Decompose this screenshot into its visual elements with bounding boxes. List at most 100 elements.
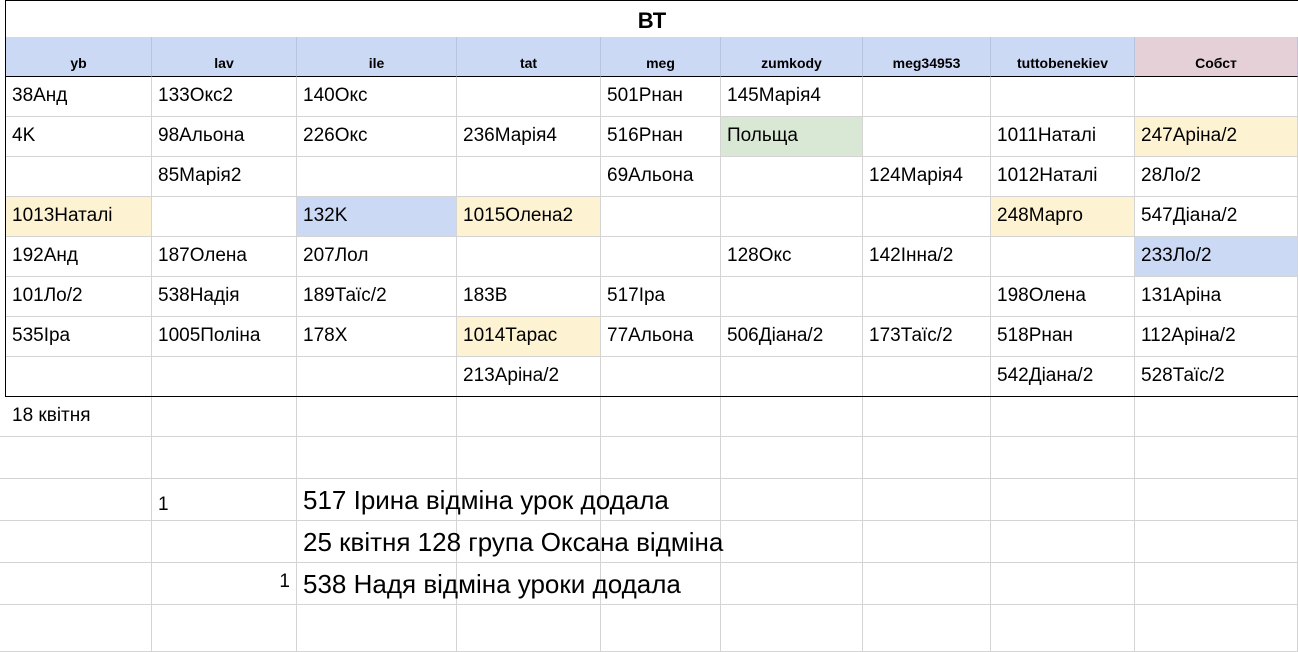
grid-cell[interactable]: 247Аріна/2: [1135, 117, 1298, 157]
note-count[interactable]: [152, 521, 297, 563]
grid-cell[interactable]: 131Аріна: [1135, 277, 1298, 317]
empty-cell[interactable]: [297, 437, 457, 479]
empty-cell[interactable]: [601, 437, 721, 479]
empty-cell[interactable]: [721, 397, 863, 437]
grid-cell[interactable]: 542Діана/2: [991, 357, 1135, 397]
grid-cell[interactable]: 85Марія2: [152, 157, 297, 197]
grid-cell[interactable]: 236Марія4: [457, 117, 601, 157]
grid-cell[interactable]: 69Альона: [601, 157, 721, 197]
empty-cell[interactable]: [1135, 397, 1298, 437]
grid-cell[interactable]: 98Альона: [152, 117, 297, 157]
grid-cell[interactable]: 528Таїс/2: [1135, 357, 1298, 397]
column-header-7[interactable]: tuttobenekiev: [991, 37, 1135, 77]
grid-cell[interactable]: 124Марія4: [863, 157, 991, 197]
empty-cell[interactable]: [457, 605, 601, 652]
empty-cell[interactable]: [863, 437, 991, 479]
grid-cell[interactable]: [1135, 77, 1298, 117]
grid-cell[interactable]: 4K: [6, 117, 152, 157]
empty-cell[interactable]: [1135, 479, 1298, 521]
grid-cell[interactable]: [721, 157, 863, 197]
grid-cell[interactable]: 207Лол: [297, 237, 457, 277]
empty-cell[interactable]: [0, 521, 152, 563]
grid-cell[interactable]: [863, 357, 991, 397]
grid-cell[interactable]: 213Аріна/2: [457, 357, 601, 397]
grid-cell[interactable]: 538Надія: [152, 277, 297, 317]
note-count[interactable]: 1: [152, 479, 297, 521]
empty-cell[interactable]: [721, 605, 863, 652]
empty-cell[interactable]: [0, 479, 152, 521]
grid-cell[interactable]: [863, 197, 991, 237]
empty-cell[interactable]: [152, 437, 297, 479]
grid-cell[interactable]: 77Альона: [601, 317, 721, 357]
grid-cell[interactable]: 1005Поліна: [152, 317, 297, 357]
empty-cell[interactable]: [297, 605, 457, 652]
empty-cell[interactable]: [991, 437, 1135, 479]
grid-cell[interactable]: 142Інна/2: [863, 237, 991, 277]
grid-cell[interactable]: 198Олена: [991, 277, 1135, 317]
column-header-3[interactable]: tat: [457, 37, 601, 77]
grid-cell[interactable]: [297, 157, 457, 197]
column-header-6[interactable]: meg34953: [863, 37, 991, 77]
empty-cell[interactable]: [991, 605, 1135, 652]
empty-cell[interactable]: [721, 437, 863, 479]
column-header-4[interactable]: meg: [601, 37, 721, 77]
grid-cell[interactable]: 517Іра: [601, 277, 721, 317]
empty-cell[interactable]: [601, 397, 721, 437]
grid-cell[interactable]: 189Таїс/2: [297, 277, 457, 317]
grid-cell[interactable]: 132K: [297, 197, 457, 237]
grid-cell[interactable]: 226Окс: [297, 117, 457, 157]
column-header-0[interactable]: yb: [6, 37, 152, 77]
grid-cell[interactable]: [863, 117, 991, 157]
empty-cell[interactable]: [0, 563, 152, 605]
note-text[interactable]: 517 Ірина відміна урок додала: [297, 479, 1017, 521]
grid-cell[interactable]: [991, 237, 1135, 277]
empty-cell[interactable]: [601, 605, 721, 652]
grid-cell[interactable]: [152, 197, 297, 237]
grid-cell[interactable]: [863, 277, 991, 317]
grid-cell[interactable]: 140Окс: [297, 77, 457, 117]
grid-cell[interactable]: 187Олена: [152, 237, 297, 277]
column-header-1[interactable]: lav: [152, 37, 297, 77]
empty-cell[interactable]: [991, 397, 1135, 437]
grid-cell[interactable]: 178Х: [297, 317, 457, 357]
grid-cell[interactable]: [601, 197, 721, 237]
sheet-title[interactable]: ВТ: [6, 0, 1298, 38]
empty-cell[interactable]: [1135, 521, 1298, 563]
grid-cell[interactable]: [721, 357, 863, 397]
grid-cell[interactable]: 535Іра: [6, 317, 152, 357]
note-text[interactable]: 25 квітня 128 група Оксана відміна: [297, 521, 1017, 563]
grid-cell[interactable]: 1013Наталі: [6, 197, 152, 237]
date-cell[interactable]: 18 квітня: [6, 397, 152, 437]
grid-cell[interactable]: 183В: [457, 277, 601, 317]
grid-cell[interactable]: 38Анд: [6, 77, 152, 117]
grid-cell[interactable]: 133Окс2: [152, 77, 297, 117]
grid-cell[interactable]: [457, 237, 601, 277]
grid-cell[interactable]: 101Ло/2: [6, 277, 152, 317]
grid-cell[interactable]: [457, 157, 601, 197]
grid-cell[interactable]: 112Аріна/2: [1135, 317, 1298, 357]
empty-cell[interactable]: [1135, 437, 1298, 479]
empty-cell[interactable]: [1135, 605, 1298, 652]
note-count[interactable]: 1: [152, 563, 297, 605]
grid-cell[interactable]: 1011Наталі: [991, 117, 1135, 157]
grid-cell[interactable]: 248Марго: [991, 197, 1135, 237]
grid-cell[interactable]: 1012Наталі: [991, 157, 1135, 197]
grid-cell[interactable]: [601, 237, 721, 277]
grid-cell[interactable]: [991, 77, 1135, 117]
empty-cell[interactable]: [863, 397, 991, 437]
grid-cell[interactable]: [457, 77, 601, 117]
grid-cell[interactable]: [152, 357, 297, 397]
grid-cell[interactable]: [6, 357, 152, 397]
grid-cell[interactable]: [601, 357, 721, 397]
grid-cell[interactable]: Польща: [721, 117, 863, 157]
grid-cell[interactable]: 233Ло/2: [1135, 237, 1298, 277]
empty-cell[interactable]: [297, 397, 457, 437]
note-text[interactable]: 538 Надя відміна уроки додала: [297, 563, 1017, 605]
empty-cell[interactable]: [1135, 563, 1298, 605]
column-header-8[interactable]: Собст: [1135, 37, 1298, 77]
empty-cell[interactable]: [863, 605, 991, 652]
empty-cell[interactable]: [0, 605, 152, 652]
grid-cell[interactable]: 128Окс: [721, 237, 863, 277]
grid-cell[interactable]: [721, 197, 863, 237]
grid-cell[interactable]: 1015Олена2: [457, 197, 601, 237]
